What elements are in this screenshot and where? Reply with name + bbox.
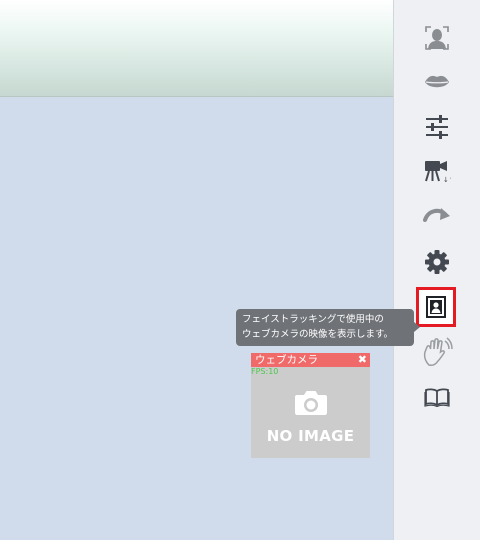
no-image-label: NO IMAGE <box>266 427 355 445</box>
sidebar-item-book[interactable] <box>418 378 456 416</box>
lips-icon <box>424 73 450 91</box>
right-sidebar: ↓↑ <box>393 0 480 540</box>
tooltip-line-2: ウェブカメラの映像を表示します。 <box>242 329 394 340</box>
close-icon[interactable]: ✖ <box>358 353 367 367</box>
sidebar-item-redo[interactable] <box>418 197 456 235</box>
tooltip-arrow <box>414 322 420 332</box>
video-camera-icon: ↓↑ <box>423 159 451 183</box>
sidebar-item-face-tracking[interactable] <box>418 19 456 57</box>
tooltip-line-1: フェイストラッキングで使用中の <box>242 314 384 325</box>
webcam-panel-title: ウェブカメラ <box>255 354 318 366</box>
sidebar-item-lips[interactable] <box>418 63 456 101</box>
sidebar-item-gear[interactable] <box>418 243 456 281</box>
sidebar-item-video-camera[interactable]: ↓↑ <box>418 152 456 190</box>
webcam-panel[interactable]: ウェブカメラ ✖ FPS:10 NO IMAGE <box>251 353 370 458</box>
webcam-tooltip: フェイストラッキングで使用中の ウェブカメラの映像を表示します。 <box>236 309 414 346</box>
redo-arrow-icon <box>422 204 452 228</box>
sliders-icon <box>424 115 450 139</box>
fps-readout: FPS:10 <box>251 367 279 376</box>
sidebar-item-settings-sliders[interactable] <box>418 108 456 146</box>
hand-wave-icon <box>421 337 453 367</box>
svg-text:↓↑: ↓↑ <box>443 176 451 183</box>
top-banner <box>0 0 394 97</box>
book-icon <box>424 387 450 407</box>
sidebar-item-webcam[interactable] <box>416 287 456 327</box>
face-tracking-icon <box>424 25 450 51</box>
app-window: ↓↑ <box>0 0 480 540</box>
sidebar-item-hand-wave[interactable] <box>418 333 456 371</box>
gear-icon <box>424 249 450 275</box>
webcam-portrait-icon <box>426 296 446 318</box>
camera-icon <box>293 390 329 420</box>
webcam-panel-header[interactable]: ウェブカメラ ✖ <box>251 353 370 367</box>
